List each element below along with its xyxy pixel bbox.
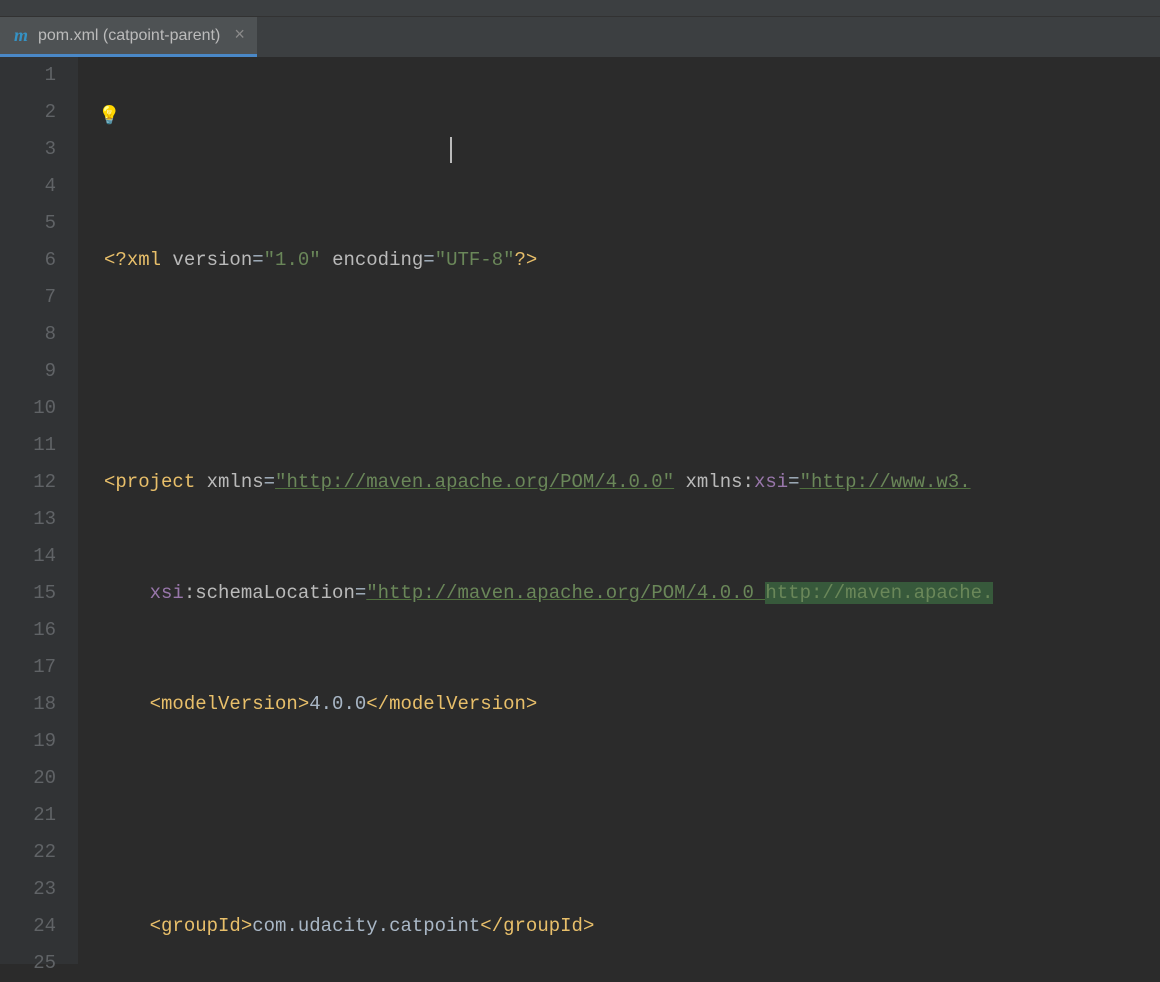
code-line — [104, 353, 1160, 390]
line-number: 1 — [0, 57, 56, 94]
code-line: <project xmlns="http://maven.apache.org/… — [104, 464, 1160, 501]
line-number: 17 — [0, 649, 56, 686]
line-number: 4 — [0, 168, 56, 205]
tab-label: pom.xml (catpoint-parent) — [38, 27, 220, 45]
line-number: 8 — [0, 316, 56, 353]
line-number: 9 — [0, 353, 56, 390]
line-number: 16 — [0, 612, 56, 649]
code-line: <?xml version="1.0" encoding="UTF-8"?> — [104, 242, 1160, 279]
code-line — [104, 797, 1160, 834]
line-number: 23 — [0, 871, 56, 908]
code-line: <modelVersion>4.0.0</modelVersion> — [104, 686, 1160, 723]
line-number: 10 — [0, 390, 56, 427]
line-number: 22 — [0, 834, 56, 871]
tab-pom-xml[interactable]: m pom.xml (catpoint-parent) × — [0, 17, 257, 57]
line-number: 11 — [0, 427, 56, 464]
line-number: 18 — [0, 686, 56, 723]
line-number: 20 — [0, 760, 56, 797]
line-number: 7 — [0, 279, 56, 316]
intention-bulb-icon[interactable]: 💡 — [98, 99, 120, 136]
line-number: 2 — [0, 94, 56, 131]
line-number: 12 — [0, 464, 56, 501]
line-number: 3 — [0, 131, 56, 168]
line-number: 21 — [0, 797, 56, 834]
editor-tabs: m pom.xml (catpoint-parent) × — [0, 17, 1160, 57]
text-caret — [450, 137, 452, 163]
gutter: 1 2 3 4 5 6 7 8 9 10 11 12 13 14 15 16 1… — [0, 57, 78, 964]
toolbar-spacer — [0, 0, 1160, 17]
line-number: 14 — [0, 538, 56, 575]
line-number: 19 — [0, 723, 56, 760]
line-number: 6 — [0, 242, 56, 279]
code-line: <groupId>com.udacity.catpoint</groupId> — [104, 908, 1160, 945]
code-line: xsi:schemaLocation="http://maven.apache.… — [104, 575, 1160, 612]
maven-file-icon: m — [12, 27, 30, 45]
code-editor[interactable]: 1 2 3 4 5 6 7 8 9 10 11 12 13 14 15 16 1… — [0, 57, 1160, 964]
line-number: 13 — [0, 501, 56, 538]
line-number: 15 — [0, 575, 56, 612]
line-number: 5 — [0, 205, 56, 242]
line-number: 24 — [0, 908, 56, 945]
code-area[interactable]: 💡 <?xml version="1.0" encoding="UTF-8"?>… — [78, 57, 1160, 964]
close-icon[interactable]: × — [234, 26, 245, 46]
